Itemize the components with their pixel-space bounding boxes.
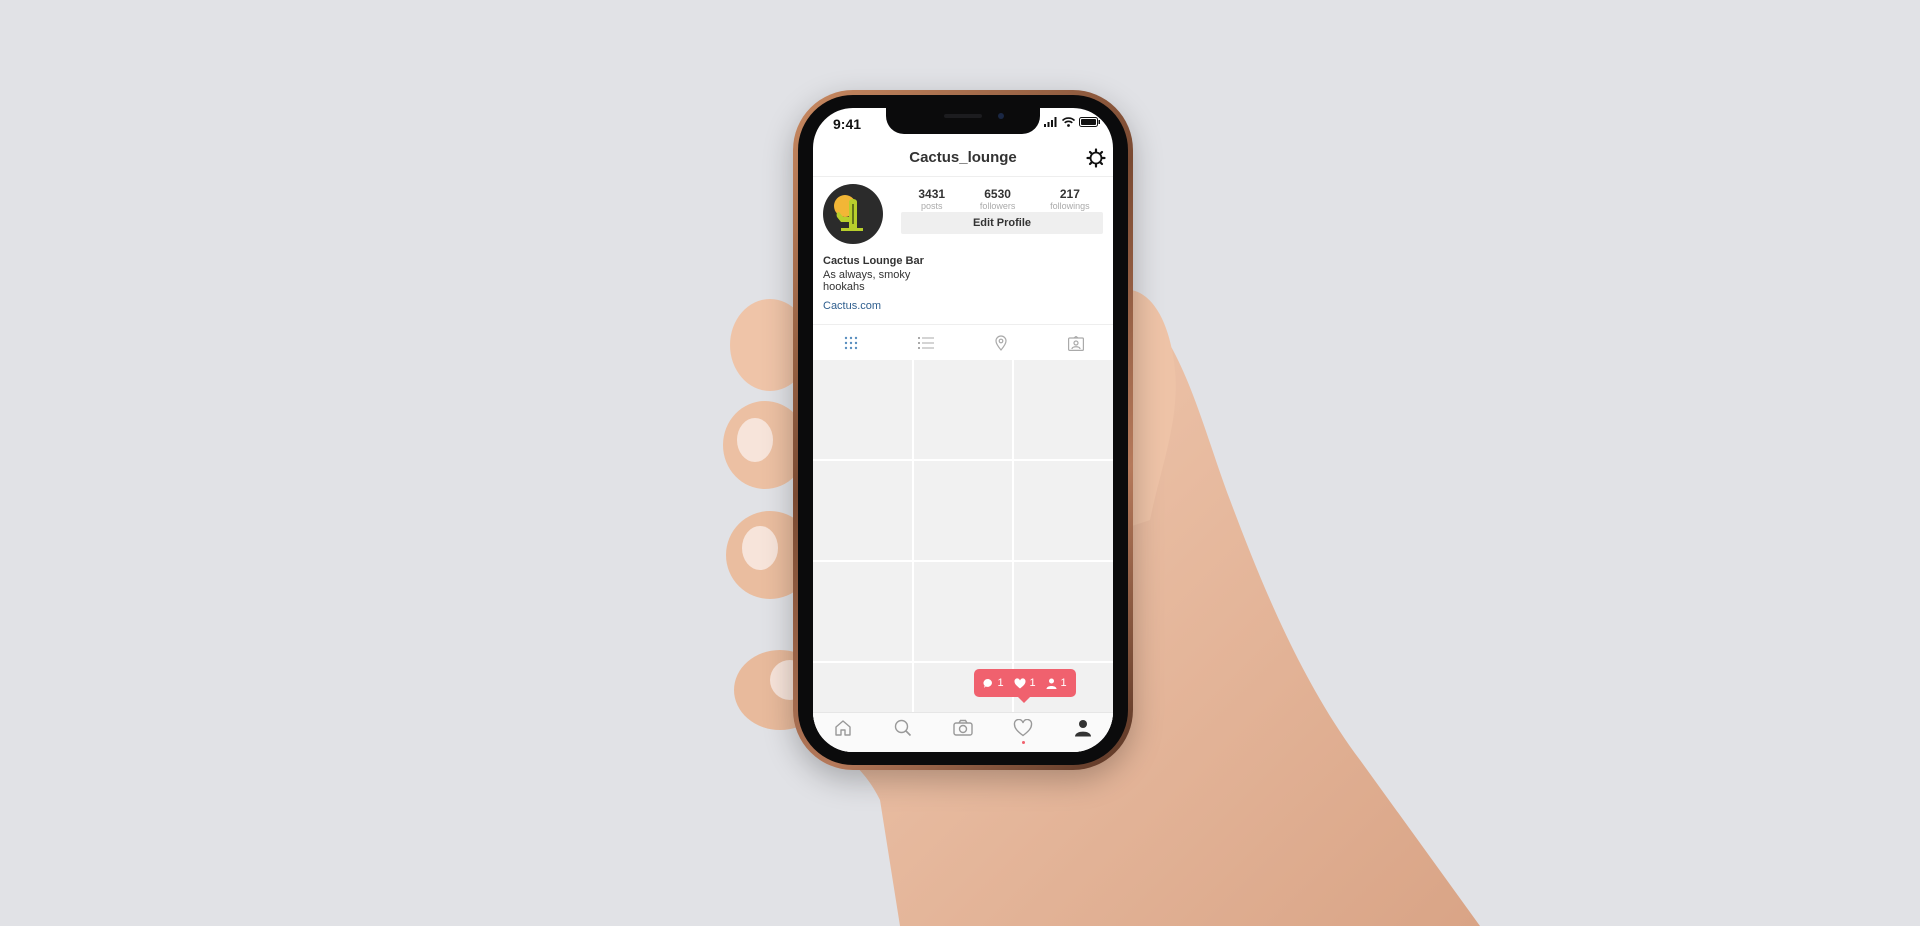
tabbar-camera[interactable] bbox=[933, 713, 993, 752]
notif-followers-count: 1 bbox=[1060, 677, 1067, 689]
tagged-photos-icon bbox=[1067, 335, 1084, 351]
notif-likes-count: 1 bbox=[1029, 677, 1036, 689]
front-camera bbox=[998, 113, 1004, 119]
speaker-grille bbox=[944, 114, 982, 118]
posts-grid bbox=[813, 360, 1113, 752]
post-thumbnail[interactable] bbox=[913, 562, 1013, 661]
stat-value: 6530 bbox=[984, 187, 1011, 201]
post-thumbnail[interactable] bbox=[913, 461, 1013, 560]
tab-location[interactable] bbox=[963, 325, 1038, 361]
tab-grid[interactable] bbox=[813, 325, 888, 361]
tabbar-home[interactable] bbox=[813, 713, 873, 752]
stat-label: followers bbox=[979, 201, 1016, 211]
stat-followings[interactable]: 217 followings bbox=[1050, 188, 1090, 212]
stat-posts[interactable]: 3431 posts bbox=[918, 188, 945, 212]
location-pin-icon bbox=[994, 335, 1007, 351]
signal-icon bbox=[1044, 117, 1057, 127]
heart-icon bbox=[1014, 677, 1026, 688]
stat-label: followings bbox=[1050, 201, 1090, 211]
cactus-logo-icon bbox=[834, 195, 863, 231]
grid-icon bbox=[844, 336, 857, 350]
status-icons bbox=[1044, 117, 1101, 127]
activity-notification-bubble[interactable]: 1 1 1 bbox=[974, 669, 1076, 703]
notif-likes: 1 bbox=[1014, 677, 1036, 689]
list-icon bbox=[917, 337, 934, 349]
post-thumbnail[interactable] bbox=[813, 461, 912, 560]
stat-value: 217 bbox=[1059, 187, 1080, 201]
search-icon bbox=[894, 719, 912, 737]
stat-followers[interactable]: 6530 followers bbox=[980, 188, 1016, 212]
profile-website-link[interactable]: Cactus.com bbox=[823, 300, 881, 312]
stat-value: 3431 bbox=[918, 187, 946, 201]
tabbar-activity[interactable] bbox=[993, 713, 1053, 752]
profile-header: Cactus_lounge bbox=[813, 142, 1113, 177]
post-thumbnail[interactable] bbox=[1014, 360, 1113, 459]
post-thumbnail[interactable] bbox=[1014, 461, 1113, 560]
comment-icon bbox=[983, 678, 993, 688]
phone-frame: 9:41 Cactus_lounge 3431 posts 6530 follo… bbox=[793, 90, 1133, 770]
profile-view-tabs bbox=[813, 324, 1113, 361]
profile-username: Cactus_lounge bbox=[909, 149, 1017, 166]
notif-comments: 1 bbox=[983, 677, 1004, 689]
post-thumbnail[interactable] bbox=[813, 562, 912, 661]
notif-comments-count: 1 bbox=[997, 677, 1004, 689]
tab-list[interactable] bbox=[888, 325, 963, 361]
tabbar-search[interactable] bbox=[873, 713, 933, 752]
heart-outline-icon bbox=[1013, 719, 1033, 737]
profile-avatar[interactable] bbox=[823, 184, 883, 244]
profile-display-name: Cactus Lounge Bar bbox=[823, 255, 924, 267]
wifi-icon bbox=[1062, 117, 1075, 127]
camera-icon bbox=[953, 719, 973, 736]
person-icon bbox=[1046, 678, 1057, 689]
stat-label: posts bbox=[920, 201, 943, 211]
profile-bio: As always, smoky hookahs bbox=[823, 269, 911, 293]
notif-followers: 1 bbox=[1046, 677, 1067, 689]
profile-icon bbox=[1075, 720, 1091, 737]
post-thumbnail[interactable] bbox=[1014, 562, 1113, 661]
profile-stats: 3431 posts 6530 followers 217 followings bbox=[901, 188, 1107, 212]
status-time: 9:41 bbox=[833, 116, 862, 132]
tab-tagged[interactable] bbox=[1038, 325, 1113, 361]
home-icon bbox=[835, 720, 851, 736]
post-thumbnail[interactable] bbox=[813, 360, 912, 459]
battery-icon bbox=[1079, 117, 1100, 127]
activity-indicator-dot bbox=[1021, 741, 1025, 744]
phone-screen: 9:41 Cactus_lounge 3431 posts 6530 follo… bbox=[813, 108, 1113, 752]
tabbar-profile[interactable] bbox=[1053, 713, 1113, 752]
phone-notch bbox=[886, 108, 1040, 134]
settings-gear-icon[interactable] bbox=[1086, 148, 1106, 168]
bottom-tab-bar bbox=[813, 712, 1113, 752]
edit-profile-button[interactable]: Edit Profile bbox=[901, 212, 1103, 234]
post-thumbnail[interactable] bbox=[913, 360, 1013, 459]
